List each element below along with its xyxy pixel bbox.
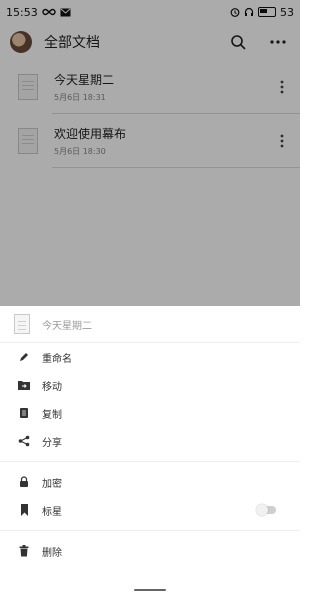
delete-menu-item[interactable]: 删除 [0,537,300,565]
sheet-header: 今天星期二 [0,306,300,343]
pencil-icon [16,349,32,365]
app-screen: 15:53 53 全部文档 今天星期二 5月6日 18:31 欢迎使用幕布 5月… [0,0,300,600]
share-icon [16,433,32,449]
encrypt-menu-item[interactable]: 加密 [0,468,300,496]
document-thumbnail-icon [14,314,30,334]
menu-label: 标星 [42,506,62,518]
menu-label: 加密 [42,478,62,490]
rename-menu-item[interactable]: 重命名 [0,343,300,371]
divider [0,530,300,531]
toggle-knob [256,504,268,516]
home-indicator[interactable] [134,589,166,591]
lock-icon [16,474,32,490]
menu-label: 删除 [42,547,62,559]
menu-label: 复制 [42,409,62,421]
move-menu-item[interactable]: 移动 [0,371,300,399]
trash-icon [16,543,32,559]
sheet-document-title: 今天星期二 [42,320,92,332]
menu-label: 重命名 [42,353,72,365]
menu-label: 分享 [42,437,62,449]
share-menu-item[interactable]: 分享 [0,427,300,455]
copy-menu-item[interactable]: 复制 [0,399,300,427]
document-actions-sheet: 今天星期二 重命名 移动 复制 分享 加密 标星 删除 [0,306,300,600]
star-menu-item[interactable]: 标星 [0,496,300,524]
star-toggle[interactable] [256,504,276,516]
bookmark-icon [16,502,32,518]
menu-label: 移动 [42,381,62,393]
copy-icon [16,405,32,421]
divider [0,461,300,462]
folder-move-icon [16,377,32,393]
